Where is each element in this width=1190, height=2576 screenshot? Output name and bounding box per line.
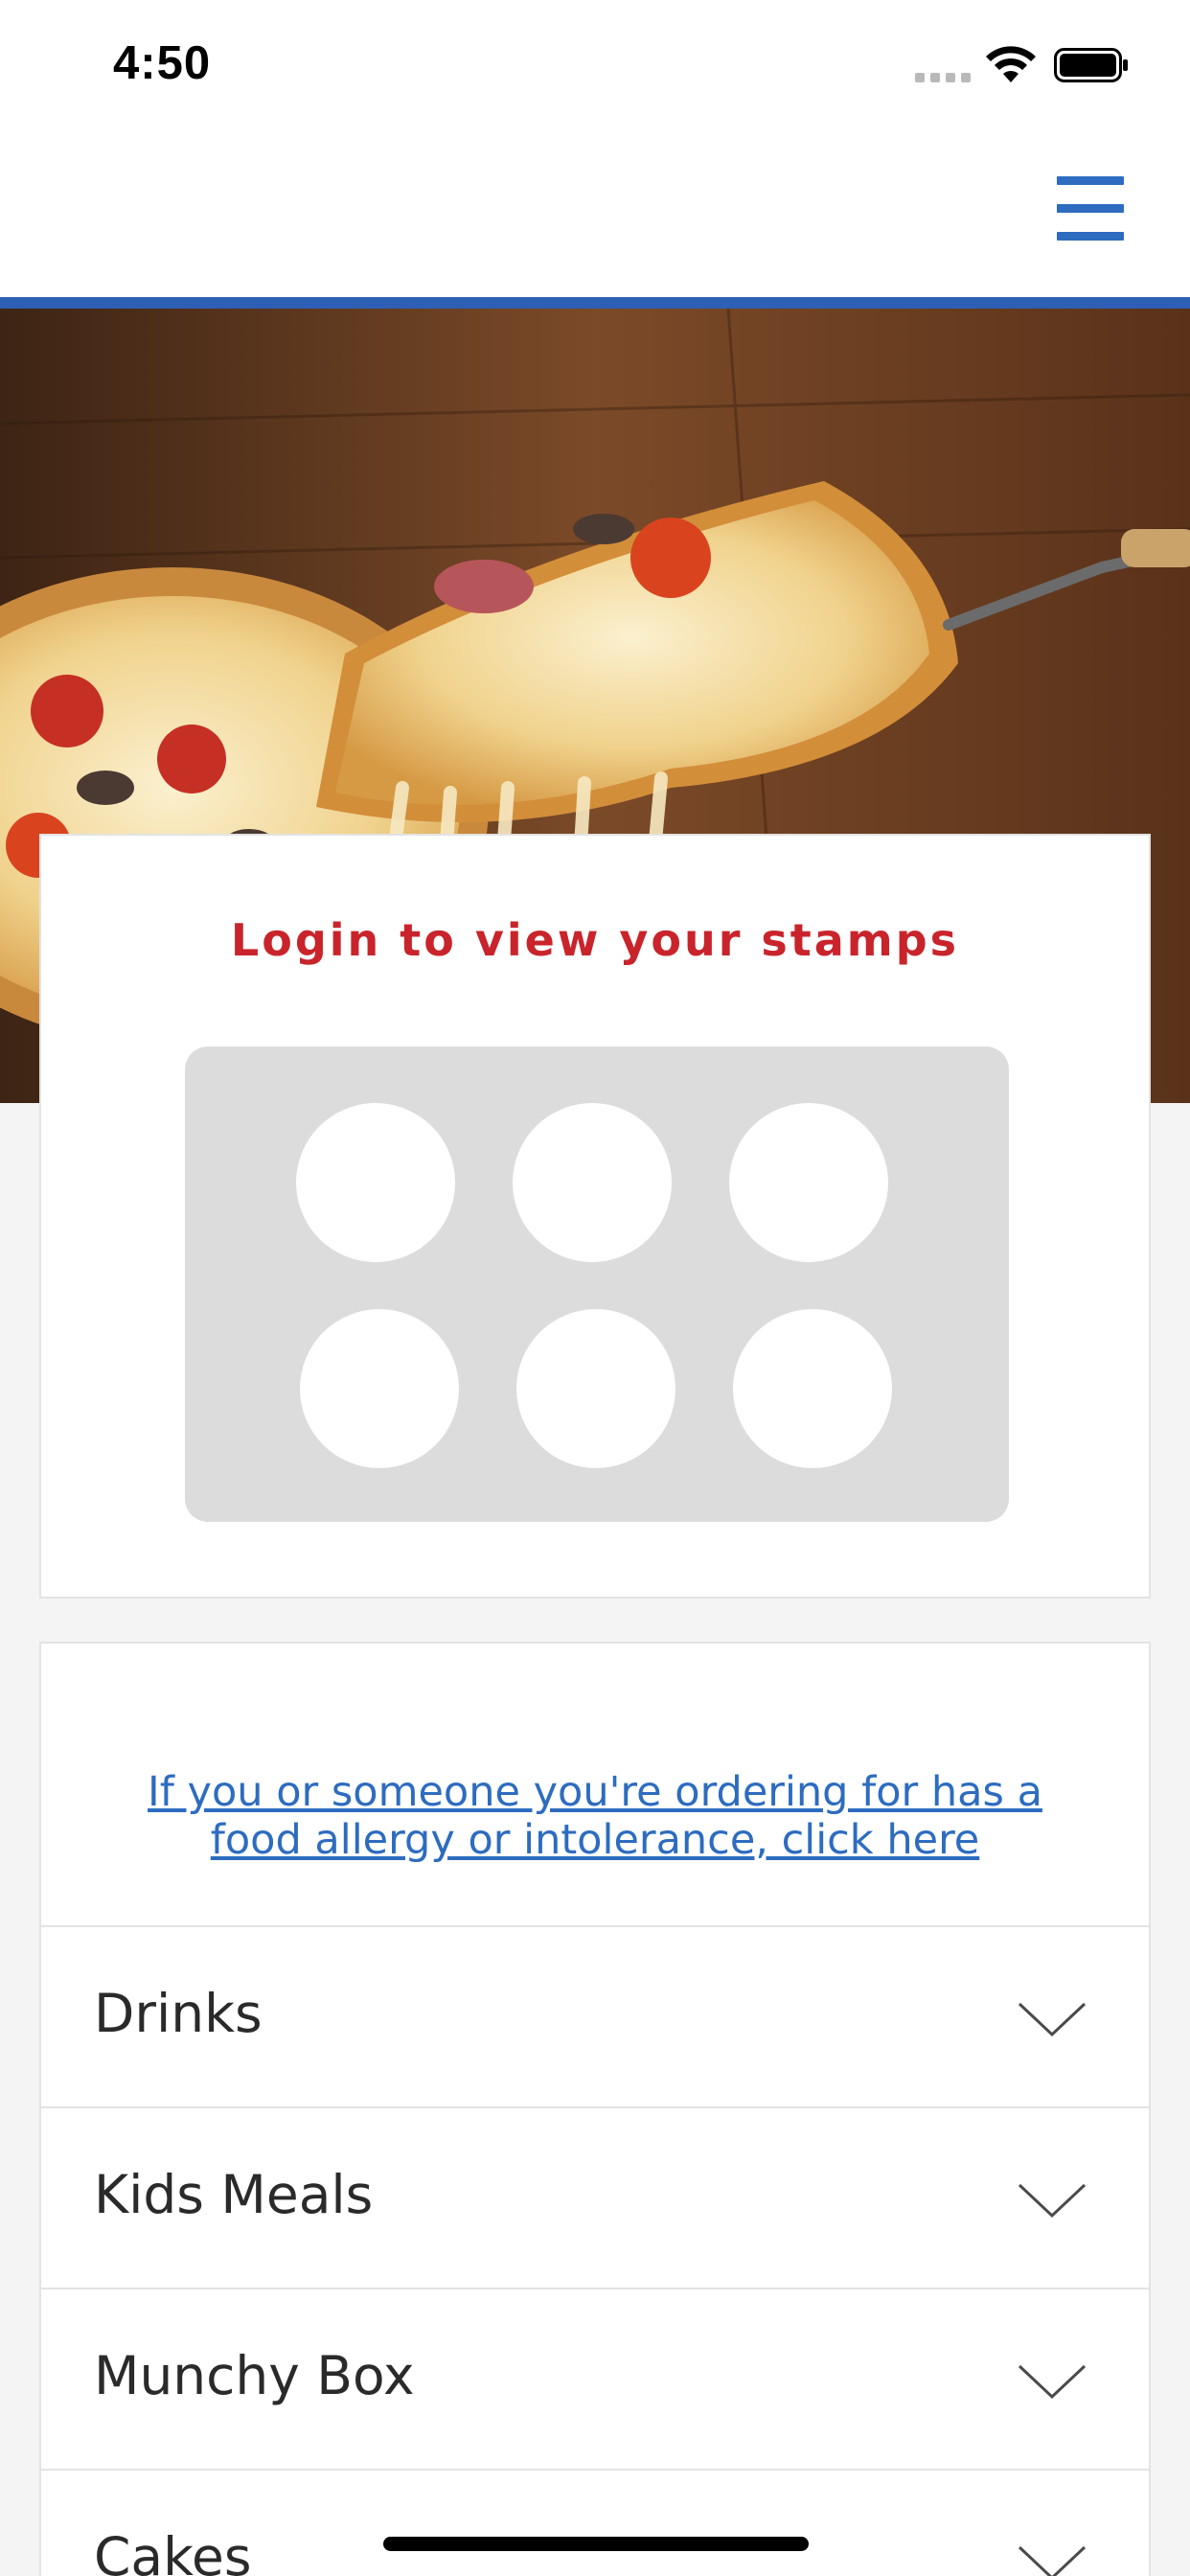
stamp-grid xyxy=(185,1046,1009,1522)
menu-category-cakes[interactable]: Cakes xyxy=(41,2469,1149,2576)
chevron-down-icon xyxy=(1018,2364,1087,2400)
stamp-slot xyxy=(516,1309,675,1468)
menu-category-label: Munchy Box xyxy=(94,2345,415,2406)
chevron-down-icon xyxy=(1018,2183,1087,2219)
stamp-slot xyxy=(513,1103,672,1262)
chevron-down-icon xyxy=(1018,2002,1087,2037)
menu-category-label: Cakes xyxy=(94,2526,252,2576)
status-bar: 4:50 xyxy=(0,0,1190,128)
home-indicator[interactable] xyxy=(383,2537,809,2551)
app-screen: 4:50 Login to view your stamps If you or… xyxy=(0,0,1190,2576)
header-divider xyxy=(0,297,1190,309)
menu-category-munchy-box[interactable]: Munchy Box xyxy=(41,2288,1149,2469)
battery-icon xyxy=(1054,48,1128,82)
stamp-slot xyxy=(300,1309,459,1468)
menu-category-label: Kids Meals xyxy=(94,2164,374,2225)
menu-category-drinks[interactable]: Drinks xyxy=(41,1925,1149,2106)
status-time: 4:50 xyxy=(113,37,212,89)
hamburger-icon[interactable] xyxy=(1057,176,1124,241)
app-header xyxy=(0,128,1190,297)
chevron-down-icon xyxy=(1018,2545,1087,2576)
stamp-login-prompt[interactable]: Login to view your stamps xyxy=(41,914,1149,966)
cellular-signal-icon xyxy=(915,73,971,82)
loyalty-stamp-card[interactable]: Login to view your stamps xyxy=(39,834,1151,1598)
wifi-icon xyxy=(986,46,1036,82)
menu-card: If you or someone you're ordering for ha… xyxy=(39,1642,1151,2576)
menu-category-label: Drinks xyxy=(94,1983,263,2044)
stamp-slot xyxy=(733,1309,892,1468)
menu-category-kids-meals[interactable]: Kids Meals xyxy=(41,2106,1149,2288)
allergy-info-link[interactable]: If you or someone you're ordering for ha… xyxy=(41,1768,1149,1864)
stamp-slot xyxy=(729,1103,888,1262)
menu-category-list: Drinks Kids Meals Munchy Box Cakes xyxy=(41,1925,1149,2576)
stamp-slot xyxy=(296,1103,455,1262)
